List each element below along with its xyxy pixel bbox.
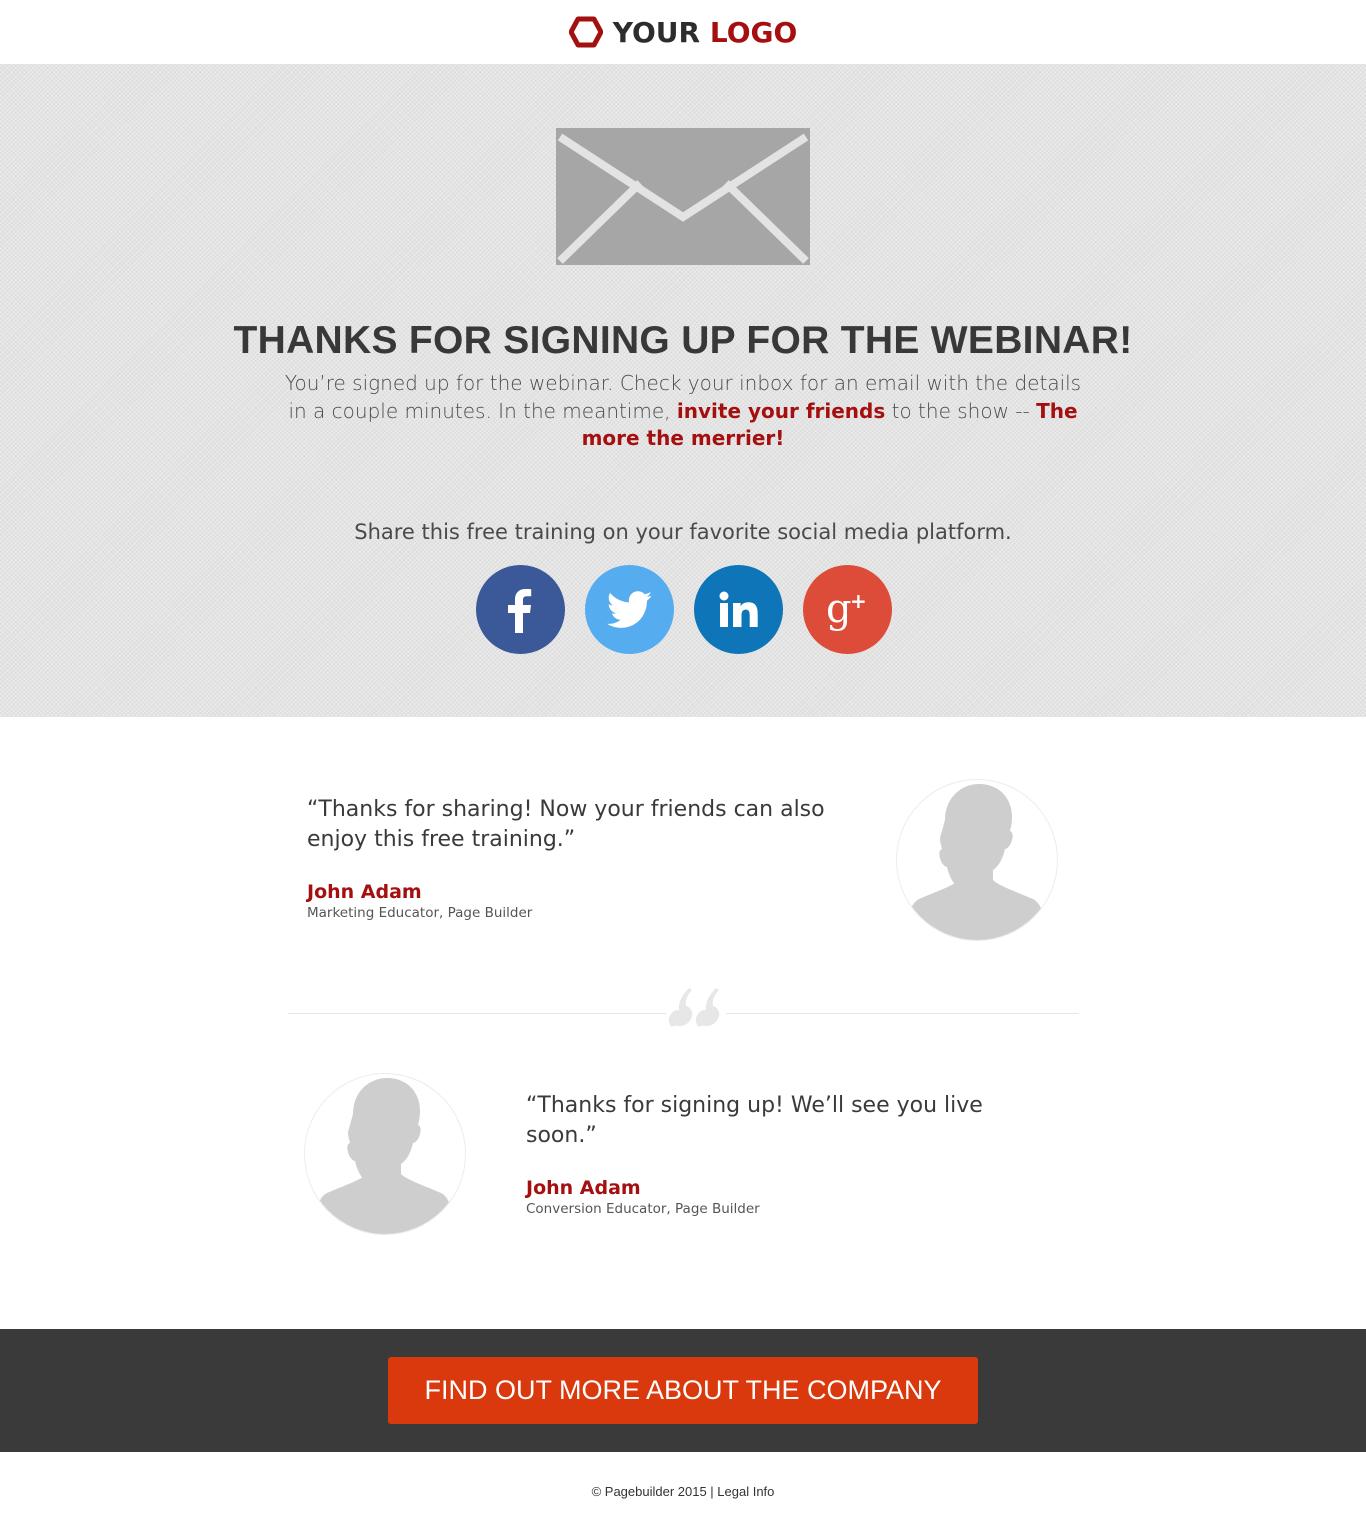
linkedin-icon [719,591,758,627]
testimonial-1: “Thanks for sharing! Now your friends ca… [307,795,867,921]
testimonial-2: “Thanks for signing up! We’ll see you li… [526,1091,986,1217]
avatar [304,1073,466,1235]
site-footer: © Pagebuilder 2015 | Legal Info [0,1484,1366,1499]
twitter-share-button[interactable] [585,565,674,654]
testimonial-quote: “Thanks for signing up! We’ll see you li… [526,1093,983,1148]
testimonial-author-name: John Adam [526,1177,641,1199]
testimonial-quote: “Thanks for sharing! Now your friends ca… [307,797,825,852]
testimonial-author-name: John Adam [307,881,422,903]
testimonial-author-role: Conversion Educator, Page Builder [526,1201,760,1217]
svg-text:g: g [826,588,852,632]
page-title: THANKS FOR SIGNING UP FOR THE WEBINAR! [233,319,1133,362]
find-out-more-button[interactable]: FIND OUT MORE ABOUT THE COMPANY [388,1357,978,1424]
quote-mark-icon [666,985,726,1033]
cta-section: FIND OUT MORE ABOUT THE COMPANY [0,1329,1366,1452]
avatar [896,779,1058,941]
envelope-icon [556,125,810,265]
share-prompt: Share this free training on your favorit… [354,520,1012,544]
svg-text:+: + [850,589,867,613]
facebook-icon [507,588,531,633]
hero-description-part2: to the show -- [885,398,1037,423]
logo-text[interactable]: YOUR LOGO [613,16,798,49]
person-silhouette-icon [315,1078,453,1234]
twitter-icon [606,590,652,628]
logo-text-primary: YOUR [612,15,710,49]
site-header: YOUR LOGO [0,0,1366,64]
invite-friends-link[interactable]: invite your friends [677,399,885,423]
logo-text-accent: LOGO [709,15,798,49]
hero-description: You’re signed up for the webinar. Check … [283,370,1083,453]
linkedin-share-button[interactable] [694,565,783,654]
social-share-buttons: g + [476,565,892,654]
facebook-share-button[interactable] [476,565,565,654]
hero-section: THANKS FOR SIGNING UP FOR THE WEBINAR! Y… [0,64,1366,717]
testimonial-author-role: Marketing Educator, Page Builder [307,905,533,921]
person-silhouette-icon [907,784,1045,940]
google-plus-icon: g + [826,588,867,632]
hexagon-logo-icon [568,16,603,48]
copyright-text: © Pagebuilder 2015 | [591,1484,718,1499]
legal-info-link[interactable]: Legal Info [717,1484,774,1499]
google-plus-share-button[interactable]: g + [803,565,892,654]
